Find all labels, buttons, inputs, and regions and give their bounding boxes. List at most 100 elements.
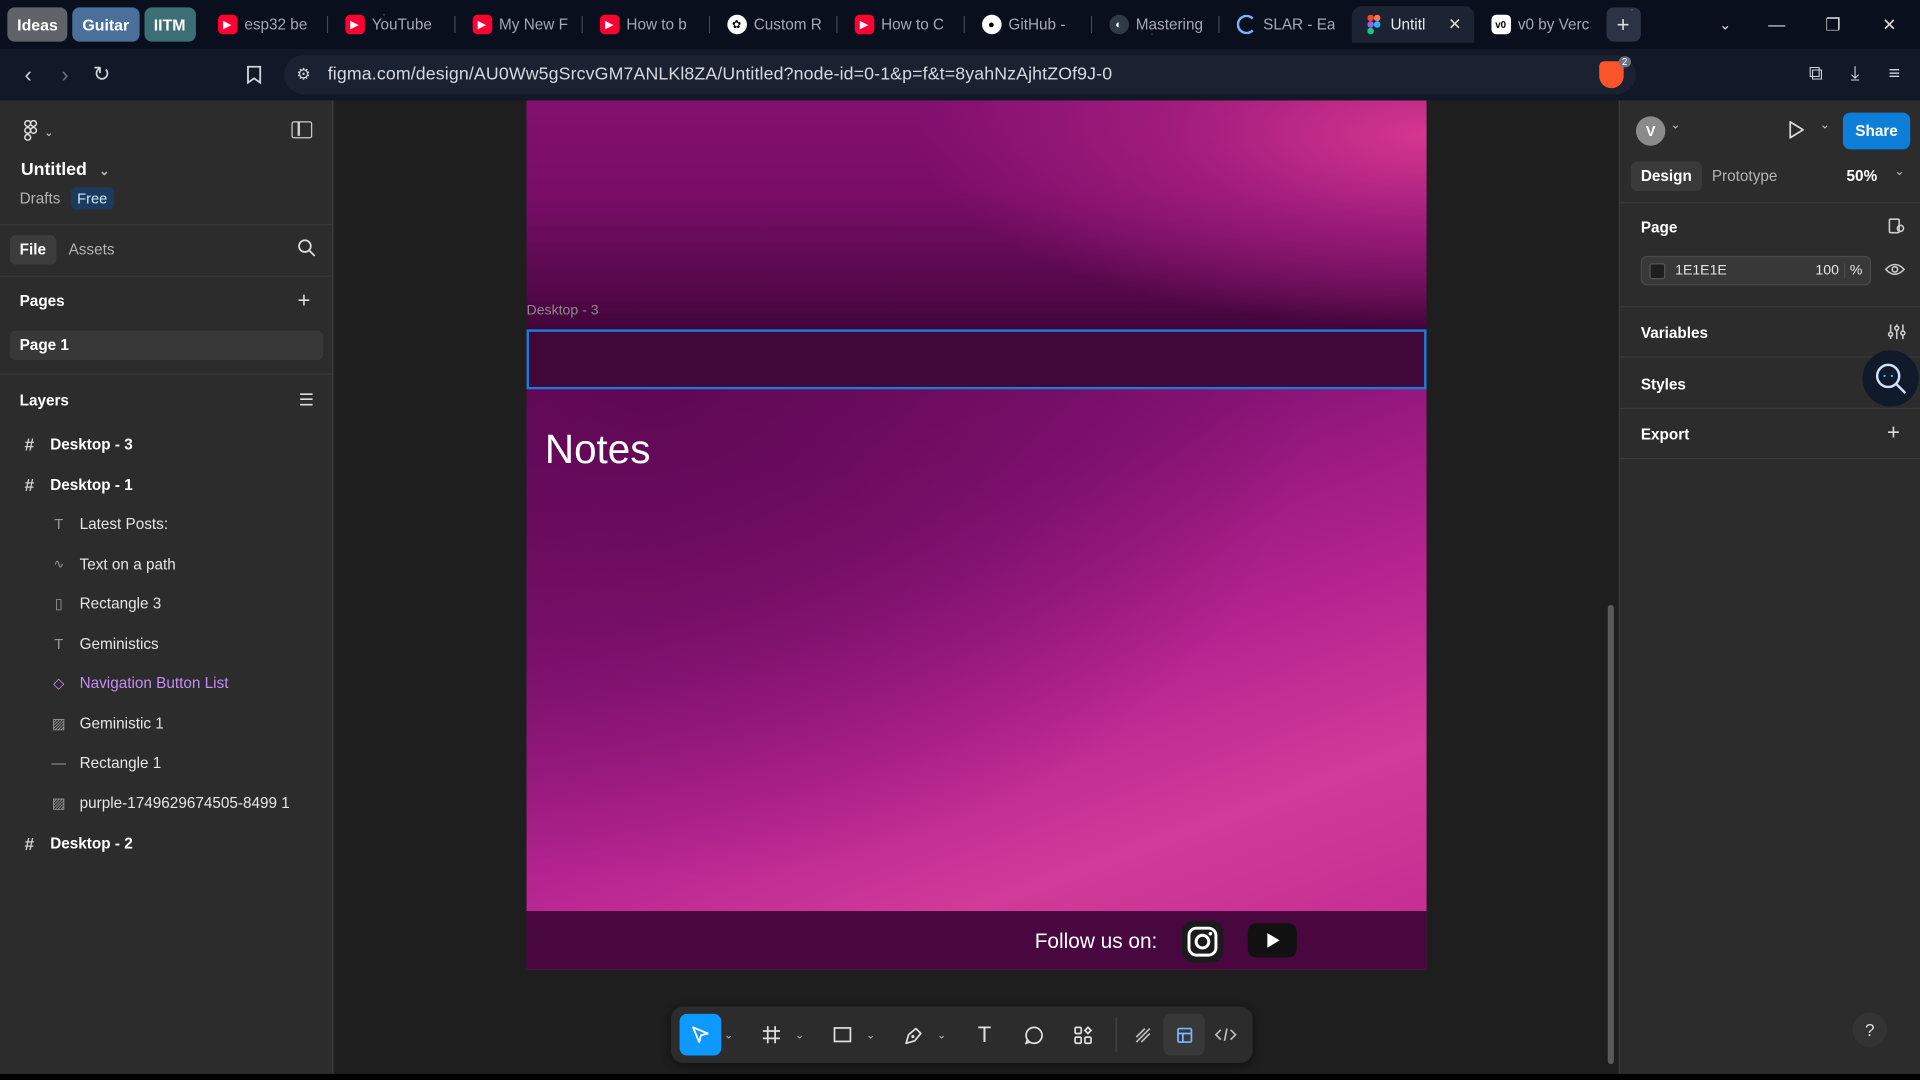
variables-section-header[interactable]: Variables (1641, 324, 1708, 341)
variables-icon[interactable] (1887, 323, 1907, 346)
download-icon[interactable]: ⤓ (1837, 56, 1874, 93)
minimize-icon[interactable]: — (1749, 0, 1805, 49)
search-icon[interactable] (298, 239, 316, 263)
layer-name: Rectangle 3 (79, 595, 162, 613)
notes-heading[interactable]: Notes (545, 426, 651, 473)
browser-tab[interactable]: v0 v0 by Verc (1479, 6, 1601, 43)
tab-group-guitar[interactable]: Guitar (72, 7, 140, 42)
frame-label[interactable]: Desktop - 3 (527, 304, 599, 319)
dev-mode-icon[interactable] (1205, 1014, 1247, 1056)
follow-text[interactable]: Follow us on: (1035, 929, 1158, 953)
page-fill-field[interactable]: 1E1E1E 100 % (1640, 255, 1872, 286)
browser-tab[interactable]: ▶ My New F (460, 6, 583, 43)
page-item[interactable]: Page 1 (9, 330, 324, 361)
forward-icon[interactable]: › (47, 56, 84, 93)
browser-tab[interactable]: ▶ How to C (842, 6, 965, 43)
browser-tab[interactable]: ▶ YouTube (333, 6, 455, 43)
browser-tab[interactable]: ▶ esp32 be (205, 6, 328, 43)
file-name[interactable]: Untitled ⌄ (21, 160, 110, 180)
browser-tab[interactable]: ◐ Mastering (1097, 6, 1220, 43)
extensions-icon[interactable]: ⧉ (1798, 56, 1835, 93)
text-tool-icon[interactable]: T (964, 1014, 1006, 1056)
move-tool-icon[interactable] (679, 1013, 722, 1056)
browser-tab[interactable]: ✿ Custom R (715, 6, 838, 43)
frame-desktop-2[interactable] (526, 100, 1427, 330)
page-settings-icon[interactable] (1887, 217, 1905, 241)
new-tab-button[interactable]: + (1605, 7, 1641, 42)
drafts-label[interactable]: Drafts (20, 190, 61, 207)
frame-tool-icon[interactable] (751, 1014, 793, 1056)
instagram-icon[interactable] (1181, 920, 1224, 963)
address-bar[interactable]: ⚙ figma.com/design/AU0Ww5gSrcvGM7ANLKl8Z… (284, 55, 1636, 95)
restore-icon[interactable]: ❐ (1805, 0, 1861, 49)
fill-opacity[interactable]: 100 (1815, 263, 1838, 278)
youtube-icon[interactable] (1247, 923, 1297, 958)
add-page-icon[interactable]: + (298, 288, 311, 314)
tab-design[interactable]: Design (1631, 161, 1702, 192)
frame-desktop-1[interactable]: Notes Follow us on: (526, 389, 1427, 970)
help-button[interactable]: ? (1852, 1012, 1887, 1047)
color-swatch[interactable] (1649, 262, 1666, 279)
layer-options-icon[interactable]: ☰ (299, 389, 314, 410)
tab-group-iitm[interactable]: IITM (143, 7, 196, 42)
rectangle-tool-icon[interactable] (822, 1014, 864, 1056)
chevron-down-icon[interactable]: ⌄ (1820, 119, 1830, 132)
tab-file[interactable]: File (9, 235, 56, 265)
draw-mode-icon[interactable] (1122, 1014, 1164, 1056)
youtube-icon: ▶ (472, 14, 492, 35)
layer-item[interactable]: ▯ Rectangle 3 (0, 585, 333, 622)
browser-tab-active[interactable]: Untitl ✕ (1351, 6, 1474, 43)
back-icon[interactable]: ‹ (10, 56, 47, 93)
avatar[interactable]: V (1635, 116, 1666, 146)
tab-search-icon[interactable]: ⌄ (1697, 0, 1753, 49)
layer-item[interactable]: ▨ Geministic 1 (0, 705, 333, 742)
vertical-scrollbar[interactable] (1607, 604, 1614, 1065)
comment-tool-icon[interactable] (1013, 1014, 1055, 1056)
figma-menu-icon[interactable]: ⌄ (22, 119, 54, 146)
tab-prototype[interactable]: Prototype (1712, 168, 1778, 185)
layer-item[interactable]: — Rectangle 1 (0, 744, 333, 781)
footer-bar[interactable]: Follow us on: (526, 911, 1427, 970)
frame-desktop-3-selected[interactable] (526, 329, 1427, 390)
tab-assets[interactable]: Assets (69, 241, 115, 258)
chevron-down-icon[interactable]: ⌄ (721, 1028, 736, 1041)
reload-icon[interactable]: ↻ (83, 56, 120, 93)
browser-tab[interactable]: SLAR - Ea (1224, 6, 1346, 43)
browser-tab[interactable]: ▶ How to b (587, 6, 710, 43)
share-button[interactable]: Share (1842, 112, 1911, 150)
pen-tool-icon[interactable] (893, 1014, 935, 1056)
layer-item[interactable]: # Desktop - 3 (0, 426, 333, 463)
layer-item[interactable]: # Desktop - 1 (0, 467, 333, 504)
add-export-icon[interactable]: + (1887, 420, 1900, 446)
styles-section-header[interactable]: Styles (1641, 376, 1686, 393)
layer-item[interactable]: ◇ Navigation Button List (0, 665, 333, 702)
menu-icon[interactable]: ≡ (1876, 56, 1913, 93)
layer-item[interactable]: ∿ Text on a path (0, 546, 333, 583)
browser-tab[interactable]: ● GitHub - (969, 6, 1092, 43)
chevron-down-icon[interactable]: ⌄ (1894, 165, 1904, 178)
chevron-down-icon[interactable]: ⌄ (863, 1028, 878, 1041)
design-canvas[interactable]: Desktop - 3 Notes Follow us on: ⌄ ⌄ ⌄ ⌄ … (334, 100, 1619, 1080)
layer-item[interactable]: T Geministics (0, 626, 333, 663)
tab-group-ideas[interactable]: Ideas (7, 7, 68, 42)
chevron-down-icon[interactable]: ⌄ (792, 1028, 807, 1041)
bookmark-icon[interactable] (235, 56, 272, 93)
layer-item[interactable]: ▨ purple-1749629674505-8499 1 (0, 785, 333, 822)
lens-icon[interactable] (1862, 350, 1919, 407)
zoom-level[interactable]: 50% (1847, 168, 1878, 185)
actions-tool-icon[interactable] (1062, 1014, 1104, 1056)
brave-shield-icon[interactable]: 2 (1599, 56, 1632, 89)
layer-item[interactable]: # Desktop - 2 (0, 825, 333, 862)
site-settings-icon[interactable]: ⚙ (296, 65, 310, 85)
export-section-header[interactable]: Export (1641, 426, 1689, 443)
layer-item[interactable]: T Latest Posts: (0, 506, 333, 543)
close-tab-icon[interactable]: ✕ (1448, 15, 1461, 35)
design-mode-icon[interactable] (1163, 1013, 1205, 1056)
chevron-down-icon[interactable]: ⌄ (934, 1028, 949, 1041)
eye-icon[interactable] (1884, 261, 1906, 284)
toggle-sidebar-icon[interactable] (291, 121, 313, 139)
present-icon[interactable] (1788, 120, 1805, 146)
close-window-icon[interactable]: ✕ (1861, 0, 1917, 49)
chevron-down-icon[interactable]: ⌄ (1670, 119, 1680, 132)
fill-hex[interactable]: 1E1E1E (1675, 263, 1727, 278)
